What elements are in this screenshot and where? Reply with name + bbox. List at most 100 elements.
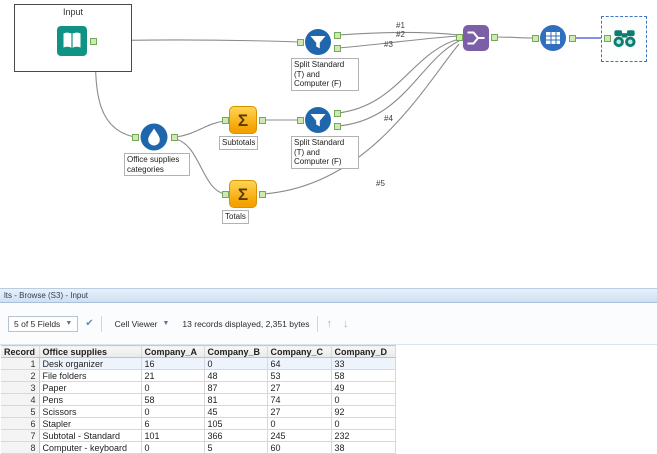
- true-output-anchor[interactable]: [334, 110, 341, 117]
- table-row[interactable]: 3 Paper 0 87 27 49: [1, 381, 396, 394]
- data-cell[interactable]: 45: [204, 405, 268, 418]
- data-cell[interactable]: 366: [204, 429, 268, 442]
- connection-wire[interactable]: [174, 120, 226, 138]
- data-cell[interactable]: Subtotal - Standard: [39, 429, 142, 442]
- data-cell[interactable]: 92: [331, 405, 396, 418]
- workflow-canvas[interactable]: Input Σ Σ Office supplies categories Sub…: [0, 0, 657, 288]
- table-row[interactable]: 1 Desk organizer 16 0 64 33: [1, 357, 396, 370]
- data-cell[interactable]: 105: [204, 417, 268, 430]
- input-anchor[interactable]: [222, 191, 229, 198]
- output-anchor[interactable]: [90, 38, 97, 45]
- data-cell[interactable]: 64: [267, 357, 332, 370]
- data-cell[interactable]: 0: [141, 381, 205, 394]
- data-cell[interactable]: 87: [204, 381, 268, 394]
- data-cell[interactable]: File folders: [39, 369, 142, 382]
- data-cell[interactable]: Desk organizer: [39, 357, 142, 370]
- table-row[interactable]: 2 File folders 21 48 53 58: [1, 369, 396, 382]
- data-cell[interactable]: Paper: [39, 381, 142, 394]
- record-number-cell[interactable]: 2: [1, 369, 40, 382]
- formula-annotation[interactable]: Office supplies categories: [124, 153, 190, 177]
- input-anchor[interactable]: [456, 34, 463, 41]
- data-cell[interactable]: 49: [331, 381, 396, 394]
- data-cell[interactable]: 81: [204, 393, 268, 406]
- cell-viewer-dropdown[interactable]: Cell Viewer ▼: [109, 316, 176, 332]
- subtotals-annotation[interactable]: Subtotals: [219, 136, 259, 150]
- output-anchor[interactable]: [171, 134, 178, 141]
- data-cell[interactable]: Pens: [39, 393, 142, 406]
- record-number-cell[interactable]: 7: [1, 429, 40, 442]
- data-cell[interactable]: Scissors: [39, 405, 142, 418]
- column-header[interactable]: Company_D: [331, 345, 396, 358]
- record-number-cell[interactable]: 3: [1, 381, 40, 394]
- browse-tool[interactable]: [611, 25, 638, 52]
- table-row[interactable]: 5 Scissors 0 45 27 92: [1, 405, 396, 418]
- down-arrow-icon[interactable]: ↓: [341, 318, 351, 330]
- results-title-bar[interactable]: lts - Browse (S3) - Input: [0, 288, 657, 303]
- input-anchor[interactable]: [297, 117, 304, 124]
- data-cell[interactable]: 48: [204, 369, 268, 382]
- column-header[interactable]: Record: [1, 345, 40, 358]
- output-anchor[interactable]: [259, 117, 266, 124]
- summarize-subtotals-tool[interactable]: Σ: [229, 106, 257, 134]
- column-header[interactable]: Company_B: [204, 345, 268, 358]
- table-row[interactable]: 6 Stapler 6 105 0 0: [1, 417, 396, 430]
- table-tool[interactable]: [539, 24, 567, 52]
- filter-tool-bottom[interactable]: [304, 106, 332, 134]
- chevron-down-icon: ▼: [162, 320, 170, 327]
- data-cell[interactable]: 0: [331, 393, 396, 406]
- data-cell[interactable]: 6: [141, 417, 205, 430]
- data-cell[interactable]: 0: [141, 405, 205, 418]
- column-header[interactable]: Company_A: [141, 345, 205, 358]
- fields-dropdown[interactable]: 5 of 5 Fields ▼: [8, 315, 79, 332]
- union-tool[interactable]: [463, 25, 489, 51]
- true-output-anchor[interactable]: [334, 32, 341, 39]
- input-data-book-icon: [57, 26, 87, 56]
- data-cell[interactable]: 53: [267, 369, 332, 382]
- data-cell[interactable]: 0: [331, 417, 396, 430]
- record-number-cell[interactable]: 4: [1, 393, 40, 406]
- data-cell[interactable]: 245: [267, 429, 332, 442]
- record-number-cell[interactable]: 1: [1, 357, 40, 370]
- formula-tool[interactable]: [139, 122, 169, 152]
- apply-check-icon[interactable]: ✔: [85, 318, 93, 329]
- output-anchor[interactable]: [569, 35, 576, 42]
- data-cell[interactable]: 16: [141, 357, 205, 370]
- input-anchor[interactable]: [532, 35, 539, 42]
- column-header[interactable]: Company_C: [267, 345, 332, 358]
- column-header[interactable]: Office supplies: [39, 345, 142, 358]
- data-cell[interactable]: 58: [141, 393, 205, 406]
- data-cell[interactable]: 74: [267, 393, 332, 406]
- data-cell[interactable]: 0: [204, 357, 268, 370]
- filter-tool-top[interactable]: [304, 28, 332, 56]
- up-arrow-icon[interactable]: ↑: [325, 318, 335, 330]
- input-anchor[interactable]: [132, 134, 139, 141]
- output-anchor[interactable]: [491, 34, 498, 41]
- false-output-anchor[interactable]: [334, 123, 341, 130]
- data-cell[interactable]: Stapler: [39, 417, 142, 430]
- output-anchor[interactable]: [259, 191, 266, 198]
- table-row[interactable]: 7 Subtotal - Standard 101 366 245 232: [1, 429, 396, 442]
- data-cell[interactable]: 58: [331, 369, 396, 382]
- filter-bottom-annotation[interactable]: Split Standard (T) and Computer (F): [291, 136, 359, 169]
- table-grid-icon: [540, 25, 566, 51]
- input-anchor[interactable]: [222, 117, 229, 124]
- input-anchor[interactable]: [297, 39, 304, 46]
- record-number-cell[interactable]: 5: [1, 405, 40, 418]
- false-output-anchor[interactable]: [334, 45, 341, 52]
- results-panel: lts - Browse (S3) - Input 5 of 5 Fields …: [0, 288, 657, 454]
- input-anchor[interactable]: [604, 35, 611, 42]
- data-cell[interactable]: 33: [331, 357, 396, 370]
- table-row[interactable]: 4 Pens 58 81 74 0: [1, 393, 396, 406]
- connection-wire[interactable]: [494, 36, 535, 39]
- data-cell[interactable]: 27: [267, 405, 332, 418]
- data-cell[interactable]: 0: [267, 417, 332, 430]
- record-number-cell[interactable]: 6: [1, 417, 40, 430]
- totals-annotation[interactable]: Totals: [222, 210, 249, 224]
- input-data-tool[interactable]: [57, 26, 87, 56]
- data-cell[interactable]: 232: [331, 429, 396, 442]
- filter-top-annotation[interactable]: Split Standard (T) and Computer (F): [291, 58, 359, 91]
- data-cell[interactable]: 27: [267, 381, 332, 394]
- data-cell[interactable]: 101: [141, 429, 205, 442]
- data-cell[interactable]: 21: [141, 369, 205, 382]
- summarize-totals-tool[interactable]: Σ: [229, 180, 257, 208]
